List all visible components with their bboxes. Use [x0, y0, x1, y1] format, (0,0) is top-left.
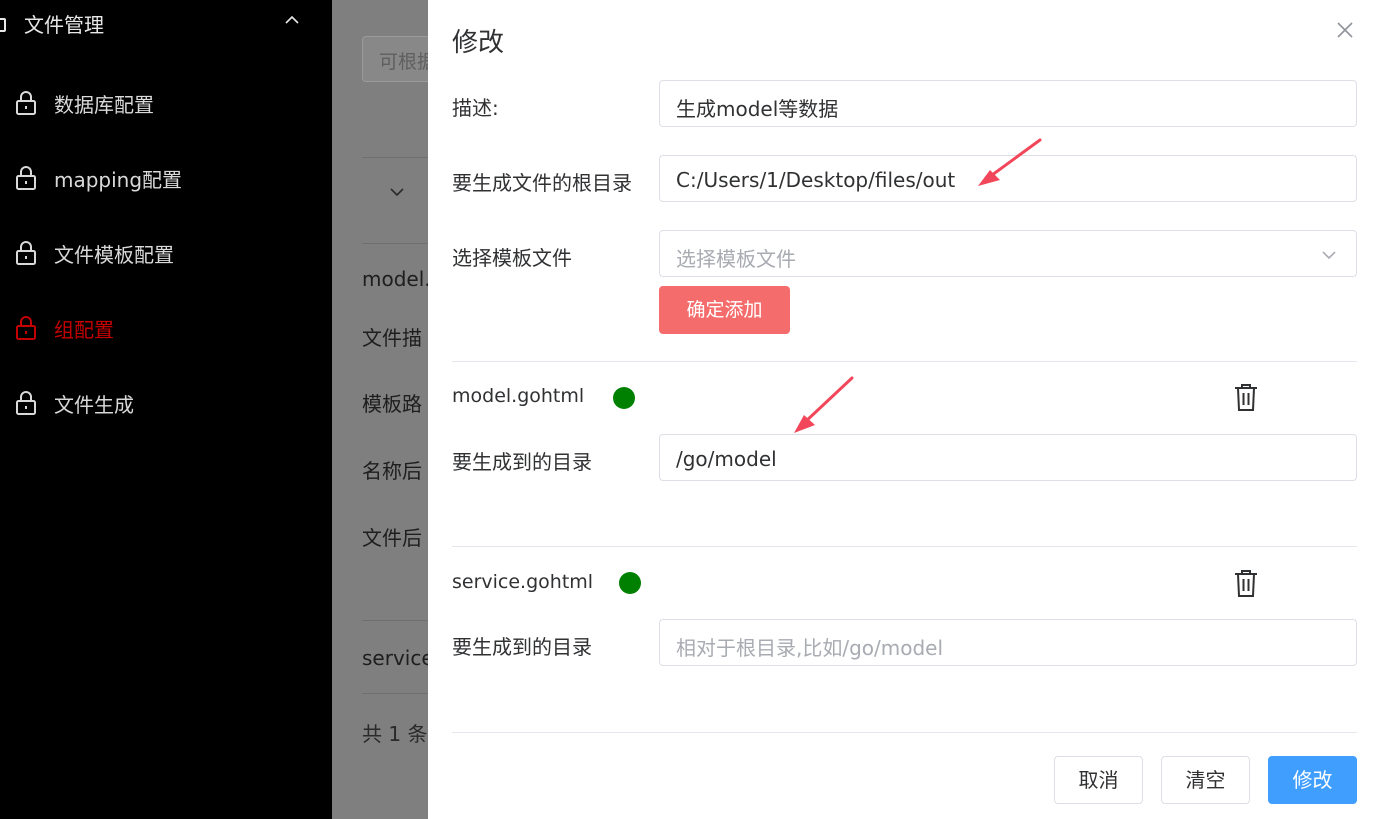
trash-icon[interactable]	[1234, 569, 1258, 597]
confirm-add-button[interactable]: 确定添加	[659, 286, 790, 334]
table-cell: 文件描	[362, 326, 422, 350]
output-dir-label: 要生成到的目录	[452, 450, 592, 474]
sidebar-item-label: mapping配置	[54, 168, 183, 192]
sidebar-item-database-config[interactable]: 数据库配置	[0, 78, 332, 128]
annotation-arrow-icon	[794, 376, 854, 433]
divider	[362, 157, 428, 158]
search-input: 可根据	[362, 36, 428, 82]
root-dir-label: 要生成文件的根目录	[452, 171, 632, 195]
template-name: model.gohtml	[452, 385, 585, 407]
chevron-down-icon	[1322, 251, 1336, 260]
sidebar-item-label: 文件模板配置	[54, 243, 174, 267]
table-cell: 名称后	[362, 459, 422, 483]
lock-icon	[16, 316, 36, 340]
sidebar-group-file-management[interactable]: 文件管理	[0, 0, 332, 45]
sidebar-item-label: 文件生成	[54, 393, 134, 417]
trash-icon[interactable]	[1234, 383, 1258, 411]
sidebar-item-mapping-config[interactable]: mapping配置	[0, 153, 332, 203]
sidebar: 文件管理 数据库配置 mapping配置 文件模板配置 组配置 文件生成	[0, 0, 332, 819]
output-dir-label: 要生成到的目录	[452, 635, 592, 659]
cancel-button[interactable]: 取消	[1054, 756, 1143, 804]
lock-icon	[16, 241, 36, 265]
divider	[362, 243, 428, 244]
sidebar-item-label: 数据库配置	[54, 93, 154, 117]
divider	[452, 546, 1357, 547]
background-page: 可根据 model. 文件描 模板路 名称后 文件后 service 共 1 条	[332, 0, 428, 819]
sidebar-group-label: 文件管理	[24, 13, 104, 37]
template-select[interactable]: 选择模板文件	[659, 230, 1357, 277]
table-cell: 模板路	[362, 392, 422, 416]
chevron-down-icon	[390, 188, 404, 197]
lock-icon	[16, 166, 36, 190]
lock-icon	[16, 391, 36, 415]
edit-drawer: 修改 描述: 生成model等数据 要生成文件的根目录 C:/Users/1/D…	[428, 0, 1377, 819]
lock-icon	[0, 18, 6, 32]
template-select-placeholder: 选择模板文件	[676, 247, 796, 271]
divider	[452, 361, 1357, 362]
submit-button[interactable]: 修改	[1268, 756, 1357, 804]
clear-button[interactable]: 清空	[1161, 756, 1250, 804]
output-dir-input[interactable]: /go/model	[659, 434, 1357, 481]
template-name: service.gohtml	[452, 571, 594, 593]
description-input[interactable]: 生成model等数据	[659, 80, 1357, 127]
annotation-arrow-icon	[978, 138, 1042, 186]
status-dot	[613, 387, 635, 409]
divider	[362, 620, 428, 621]
sidebar-item-file-generate[interactable]: 文件生成	[0, 378, 332, 428]
divider	[362, 693, 428, 694]
description-label: 描述:	[452, 96, 499, 120]
status-dot	[619, 572, 641, 594]
lock-icon	[16, 91, 36, 115]
drawer-title: 修改	[452, 28, 505, 58]
table-cell: model.	[362, 267, 428, 291]
pagination-total: 共 1 条	[362, 722, 428, 746]
chevron-up-icon	[285, 15, 299, 24]
table-cell: 文件后	[362, 526, 422, 550]
template-select-label: 选择模板文件	[452, 246, 572, 270]
sidebar-item-group-config[interactable]: 组配置	[0, 303, 332, 353]
close-icon[interactable]	[1337, 22, 1353, 38]
table-cell: service	[362, 646, 428, 670]
sidebar-item-label: 组配置	[54, 318, 114, 342]
divider	[452, 732, 1357, 733]
output-dir-input[interactable]: 相对于根目录,比如/go/model	[659, 619, 1357, 666]
sidebar-item-template-config[interactable]: 文件模板配置	[0, 228, 332, 278]
